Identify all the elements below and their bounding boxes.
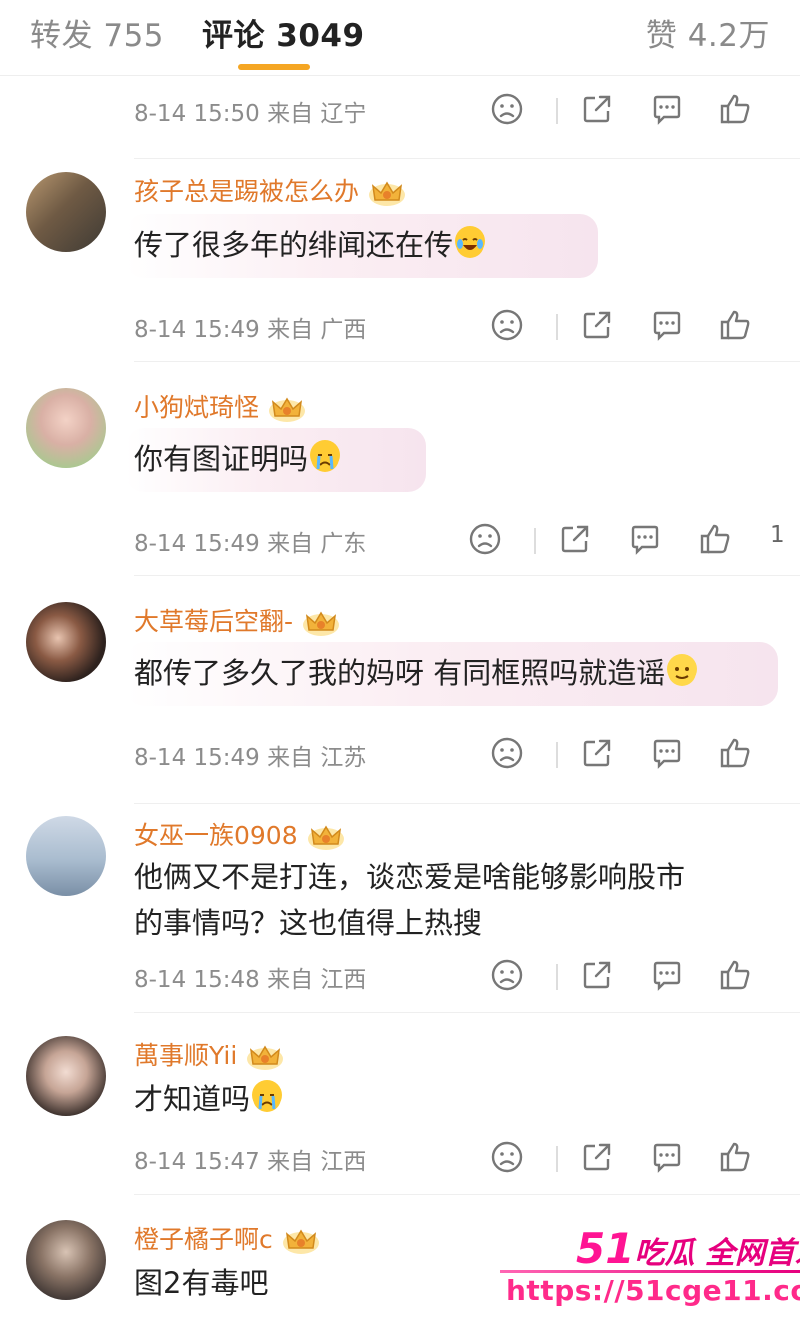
share-icon[interactable] xyxy=(558,522,592,556)
action-divider xyxy=(556,98,558,124)
crying-emoji xyxy=(310,440,341,472)
watermark-line xyxy=(500,1270,800,1273)
thumbs-up-icon[interactable] xyxy=(698,522,732,556)
share-icon[interactable] xyxy=(580,1140,614,1174)
comment-icon[interactable] xyxy=(650,92,684,126)
crown-badge-icon xyxy=(301,608,341,638)
comment-divider xyxy=(134,575,800,576)
share-icon[interactable] xyxy=(580,308,614,342)
comment-icon[interactable] xyxy=(628,522,662,556)
sad-face-icon[interactable] xyxy=(490,1140,524,1174)
comment-username[interactable]: 女巫一族0908 xyxy=(134,816,346,852)
comment-meta: 8-14 15:47 来自 江西 xyxy=(134,1149,367,1175)
crown-badge-icon xyxy=(267,394,307,424)
avatar[interactable] xyxy=(26,602,106,682)
sad-face-icon[interactable] xyxy=(468,522,502,556)
thumbs-up-icon[interactable] xyxy=(718,308,752,342)
share-icon[interactable] xyxy=(580,92,614,126)
comment-text: 传了很多年的绯闻还在传 xyxy=(134,222,486,268)
comment-actions xyxy=(470,958,800,998)
share-icon[interactable] xyxy=(580,958,614,992)
watermark-brand: 51吃瓜 全网首发 xyxy=(576,1224,800,1273)
active-tab-indicator xyxy=(238,64,310,70)
comment-divider xyxy=(134,1194,800,1195)
action-divider xyxy=(556,1146,558,1172)
watermark-url: https://51cge11.com xyxy=(506,1274,800,1307)
comment-item: 女巫一族0908 他俩又不是打连，谈恋爱是啥能够影响股市 的事情吗？这也值得上热… xyxy=(0,806,800,1022)
laughing-tears-emoji xyxy=(455,226,486,258)
avatar[interactable] xyxy=(26,172,106,252)
comment-item: 萬事顺Yii 才知道吗 8-14 15:47 来自 江西 xyxy=(0,1028,800,1198)
like-count: 1 xyxy=(770,522,785,548)
sad-face-icon[interactable] xyxy=(490,92,524,126)
avatar[interactable] xyxy=(26,1220,106,1300)
comment-actions xyxy=(470,736,800,776)
avatar[interactable] xyxy=(26,388,106,468)
thumbs-up-icon[interactable] xyxy=(718,92,752,126)
comment-item: 小狗烒琦怪 你有图证明吗 8-14 15:49 来自 广东 1 xyxy=(0,372,800,586)
comment-text-line-1: 他俩又不是打连，谈恋爱是啥能够影响股市 xyxy=(134,860,686,894)
sad-face-icon[interactable] xyxy=(490,958,524,992)
comment-text: 才知道吗 xyxy=(134,1076,283,1122)
comment-icon[interactable] xyxy=(650,958,684,992)
avatar[interactable] xyxy=(26,1036,106,1116)
crown-badge-icon xyxy=(367,178,407,208)
comment-actions xyxy=(470,92,800,132)
comment-username[interactable]: 小狗烒琦怪 xyxy=(134,388,307,424)
tab-repost[interactable]: 转发 755 xyxy=(30,10,164,55)
comment-divider xyxy=(134,1012,800,1013)
comment-text: 图2有毒吧 xyxy=(134,1266,269,1300)
crown-badge-icon xyxy=(306,822,346,852)
comment-divider xyxy=(134,361,800,362)
comment-meta: 8-14 15:49 来自 江苏 xyxy=(134,745,367,771)
comment-username[interactable]: 孩子总是踢被怎么办 xyxy=(134,172,407,208)
action-divider xyxy=(556,742,558,768)
crying-emoji xyxy=(252,1080,283,1112)
tab-comments[interactable]: 评论 3049 xyxy=(202,10,365,55)
comment-meta: 8-14 15:50 来自 辽宁 xyxy=(134,101,367,127)
comment-text: 都传了多久了我的妈呀 有同框照吗就造谣 xyxy=(134,650,698,696)
comment-tabs: 转发 755 评论 3049 赞 4.2万 xyxy=(0,0,800,76)
watermark: 51吃瓜 全网首发 https://51cge11.com xyxy=(500,1222,800,1322)
thumbs-up-icon[interactable] xyxy=(718,958,752,992)
crown-badge-icon xyxy=(245,1042,285,1072)
comment-partial: 8-14 15:50 来自 辽宁 xyxy=(0,88,800,159)
comment-meta: 8-14 15:49 来自 广东 xyxy=(134,531,367,557)
action-divider xyxy=(556,964,558,990)
comment-meta: 8-14 15:48 来自 江西 xyxy=(134,967,367,993)
comment-icon[interactable] xyxy=(650,308,684,342)
comment-actions: 1 xyxy=(468,522,800,562)
comment-item: 孩子总是踢被怎么办 传了很多年的绯闻还在传 8-14 15:49 来自 广西 xyxy=(0,158,800,372)
crown-badge-icon xyxy=(281,1226,321,1256)
comment-actions xyxy=(470,308,800,348)
comment-icon[interactable] xyxy=(650,1140,684,1174)
thumbs-up-icon[interactable] xyxy=(718,1140,752,1174)
action-divider xyxy=(534,528,536,554)
comment-username[interactable]: 萬事顺Yii xyxy=(134,1036,285,1072)
thumbs-up-icon[interactable] xyxy=(718,736,752,770)
avatar[interactable] xyxy=(26,816,106,896)
comment-meta: 8-14 15:49 来自 广西 xyxy=(134,317,367,343)
sad-face-icon[interactable] xyxy=(490,308,524,342)
comment-icon[interactable] xyxy=(650,736,684,770)
share-icon[interactable] xyxy=(580,736,614,770)
comment-item: 大草莓后空翻- 都传了多久了我的妈呀 有同框照吗就造谣 8-14 15:49 来… xyxy=(0,586,800,804)
comment-actions xyxy=(470,1140,800,1180)
sad-face-icon[interactable] xyxy=(490,736,524,770)
tab-likes[interactable]: 赞 4.2万 xyxy=(646,10,770,55)
comment-text-line-2: 的事情吗？这也值得上热搜 xyxy=(134,906,483,940)
action-divider xyxy=(556,314,558,340)
comment-username[interactable]: 橙子橘子啊c xyxy=(134,1220,321,1256)
comment-username[interactable]: 大草莓后空翻- xyxy=(134,602,341,638)
comment-text: 你有图证明吗 xyxy=(134,436,341,482)
comment-divider xyxy=(134,803,800,804)
smile-emoji xyxy=(667,654,698,686)
